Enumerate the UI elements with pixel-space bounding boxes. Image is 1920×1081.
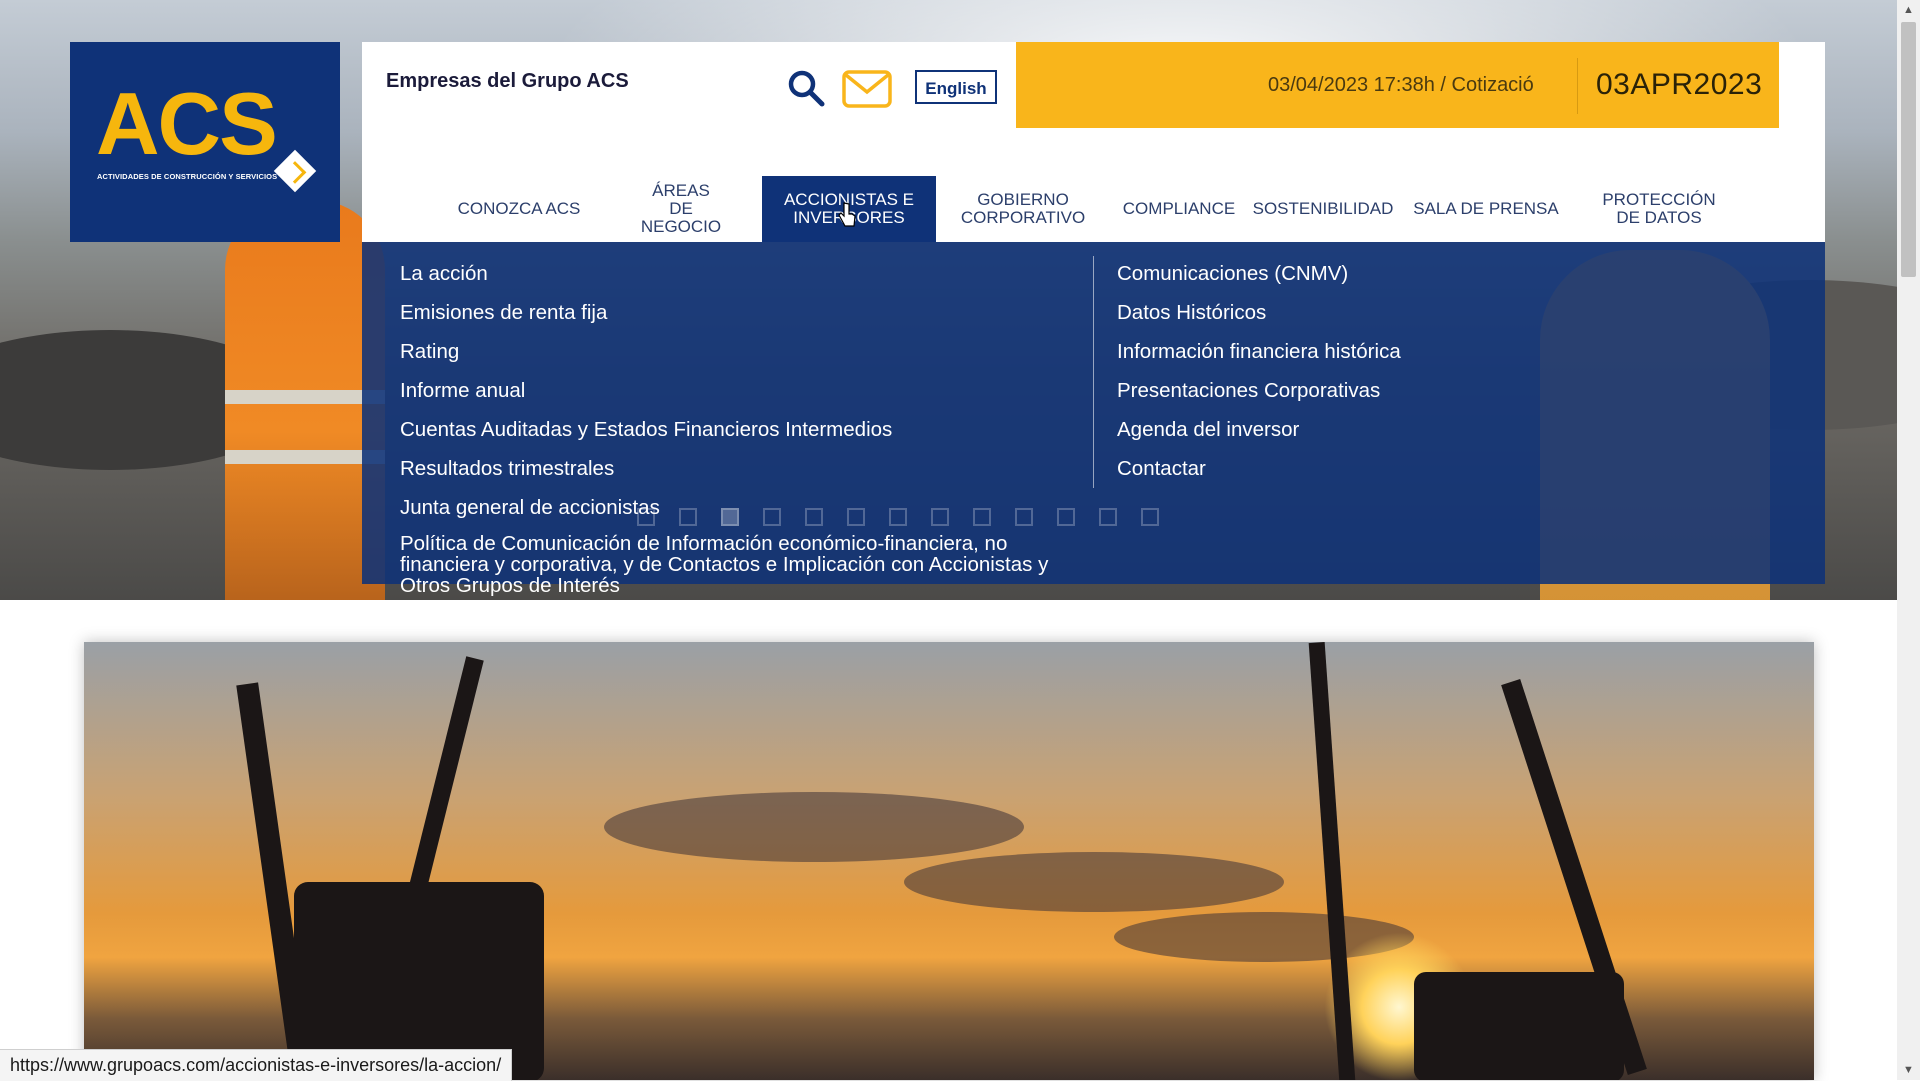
scroll-thumb[interactable]: [1901, 22, 1916, 277]
photo-cloud: [904, 852, 1284, 912]
menu-link-rating[interactable]: Rating: [400, 332, 1080, 371]
ticker-divider: [1577, 58, 1578, 114]
nav-item-proteccion-de-datos[interactable]: PROTECCIÓN DE DATOS: [1574, 176, 1744, 242]
group-companies-link[interactable]: Empresas del Grupo ACS: [386, 70, 629, 93]
menu-link-contactar[interactable]: Contactar: [1117, 449, 1717, 488]
mail-icon[interactable]: [842, 70, 892, 108]
dropdown-divider: [1093, 256, 1094, 488]
scroll-down-arrow-icon[interactable]: ▼: [1897, 1060, 1920, 1080]
language-english-button[interactable]: English: [915, 70, 997, 104]
menu-link-agenda-inversor[interactable]: Agenda del inversor: [1117, 410, 1717, 449]
hand-cursor-icon: [838, 202, 856, 227]
nav-item-conozca-acs[interactable]: CONOZCA ACS: [438, 176, 600, 242]
stock-quote-ticker[interactable]: 03/04/2023 17:38h / Cotizació 03APR2023: [1016, 42, 1779, 128]
logo-mark: ACS: [96, 74, 278, 173]
vertical-scrollbar[interactable]: ▲ ▼: [1897, 0, 1920, 1080]
sunset-rig-photo: [84, 642, 1814, 1080]
menu-link-informe-anual[interactable]: Informe anual: [400, 371, 1080, 410]
menu-link-resultados-trimestrales[interactable]: Resultados trimestrales: [400, 449, 1080, 488]
nav-item-sala-de-prensa[interactable]: SALA DE PRENSA: [1398, 176, 1574, 242]
acs-logo[interactable]: ACS ACTIVIDADES DE CONSTRUCCIÓN Y SERVIC…: [70, 42, 340, 242]
site-header: Empresas del Grupo ACS English 03/04/202…: [362, 42, 1825, 242]
nav-item-sostenibilidad[interactable]: SOSTENIBILIDAD: [1248, 176, 1398, 242]
scroll-up-arrow-icon[interactable]: ▲: [1897, 0, 1920, 20]
main-navigation: CONOZCA ACS ÁREAS DE NEGOCIO ACCIONISTAS…: [438, 176, 1744, 242]
hero-worker-left: [225, 200, 385, 600]
menu-link-la-accion[interactable]: La acción: [400, 254, 1080, 293]
menu-link-junta-general[interactable]: Junta general de accionistas: [400, 488, 1080, 527]
slider-dot[interactable]: [1099, 508, 1117, 526]
investors-dropdown-menu: La acción Emisiones de renta fija Rating…: [362, 242, 1825, 596]
logo-tagline: ACTIVIDADES DE CONSTRUCCIÓN Y SERVICIOS: [97, 172, 278, 181]
menu-link-emisiones-renta-fija[interactable]: Emisiones de renta fija: [400, 293, 1080, 332]
menu-link-cuentas-auditadas[interactable]: Cuentas Auditadas y Estados Financieros …: [400, 410, 1080, 449]
quote-text: 03/04/2023 17:38h / Cotizació: [1268, 74, 1534, 96]
menu-link-info-financiera-historica[interactable]: Información financiera histórica: [1117, 332, 1717, 371]
dropdown-left-column: La acción Emisiones de renta fija Rating…: [400, 254, 1080, 596]
photo-cloud: [604, 792, 1024, 862]
search-icon[interactable]: [786, 68, 826, 108]
nav-item-areas-de-negocio[interactable]: ÁREAS DE NEGOCIO: [600, 176, 762, 242]
quote-date: 03APR2023: [1596, 68, 1763, 101]
menu-link-presentaciones-corporativas[interactable]: Presentaciones Corporativas: [1117, 371, 1717, 410]
menu-link-datos-historicos[interactable]: Datos Históricos: [1117, 293, 1717, 332]
photo-rig-body: [1414, 972, 1624, 1080]
nav-item-gobierno-corporativo[interactable]: GOBIERNO CORPORATIVO: [936, 176, 1110, 242]
nav-item-compliance[interactable]: COMPLIANCE: [1110, 176, 1248, 242]
menu-link-politica-comunicacion[interactable]: Política de Comunicación de Información …: [400, 533, 1080, 596]
slider-dot[interactable]: [1141, 508, 1159, 526]
menu-link-comunicaciones-cnmv[interactable]: Comunicaciones (CNMV): [1117, 254, 1717, 293]
dropdown-right-column: Comunicaciones (CNMV) Datos Históricos I…: [1117, 254, 1717, 488]
logo-emblem-icon: [273, 149, 317, 193]
browser-status-url: https://www.grupoacs.com/accionistas-e-i…: [0, 1049, 513, 1081]
